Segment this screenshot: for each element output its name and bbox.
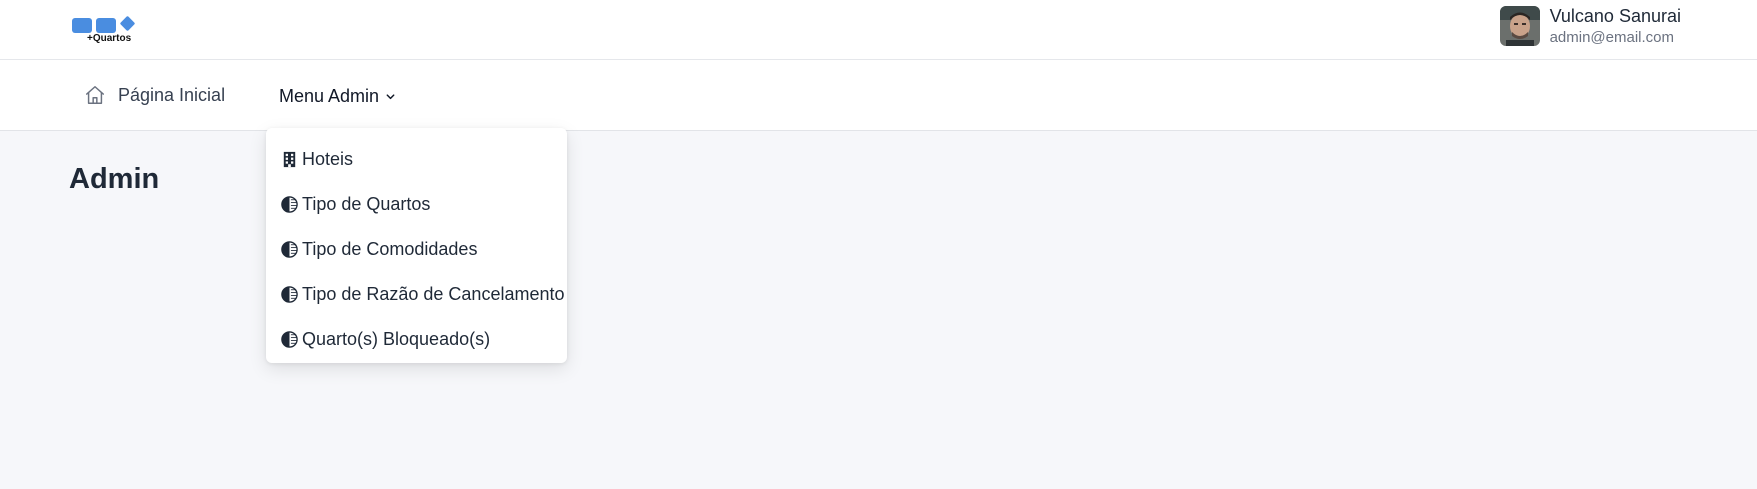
menu-item-label: Quarto(s) Bloqueado(s) <box>302 329 491 349</box>
logo-text: +Quartos <box>87 33 132 44</box>
main-nav: Página Inicial Menu Admin <box>0 60 1757 131</box>
avatar[interactable] <box>1499 6 1540 46</box>
menu-item-label: Tipo de Quartos <box>302 194 431 214</box>
nav-home-link[interactable]: Página Inicial <box>84 84 225 106</box>
half-circle-icon <box>281 196 298 213</box>
user-email: admin@email.com <box>1549 28 1674 46</box>
menu-item-quartos-bloqueados[interactable]: Quarto(s) Bloqueado(s) <box>266 317 567 362</box>
chevron-down-icon <box>386 94 395 100</box>
admin-menu-label: Menu Admin <box>279 86 380 106</box>
menu-item-hoteis[interactable]: Hoteis <box>266 137 567 182</box>
page-title: Admin <box>69 163 160 195</box>
menu-item-tipo-de-razao-de-cancelamento[interactable]: Tipo de Razão de Cancelamento <box>266 272 567 317</box>
admin-menu-button[interactable]: Menu Admin <box>279 86 396 107</box>
user-name: Vulcano Sanurai <box>1549 6 1681 27</box>
menu-item-label: Tipo de Comodidades <box>302 239 478 259</box>
user-profile[interactable]: Vulcano Sanurai admin@email.com <box>1499 6 1681 46</box>
menu-item-label: Hoteis <box>302 149 354 169</box>
nav-home-label: Página Inicial <box>118 84 226 105</box>
menu-item-label: Tipo de Razão de Cancelamento <box>302 284 565 304</box>
half-circle-icon <box>281 286 298 303</box>
menu-item-tipo-de-quartos[interactable]: Tipo de Quartos <box>266 182 567 227</box>
top-bar: +Quartos Vulcano Sanurai admin@email.com <box>0 0 1757 60</box>
building-icon <box>283 151 296 168</box>
half-circle-icon <box>281 241 298 258</box>
menu-item-tipo-de-comodidades[interactable]: Tipo de Comodidades <box>266 227 567 272</box>
half-circle-icon <box>281 331 298 348</box>
admin-dropdown-menu: Hoteis Tipo de Quartos Tipo de Comodidad… <box>266 128 567 363</box>
home-icon <box>86 86 104 104</box>
